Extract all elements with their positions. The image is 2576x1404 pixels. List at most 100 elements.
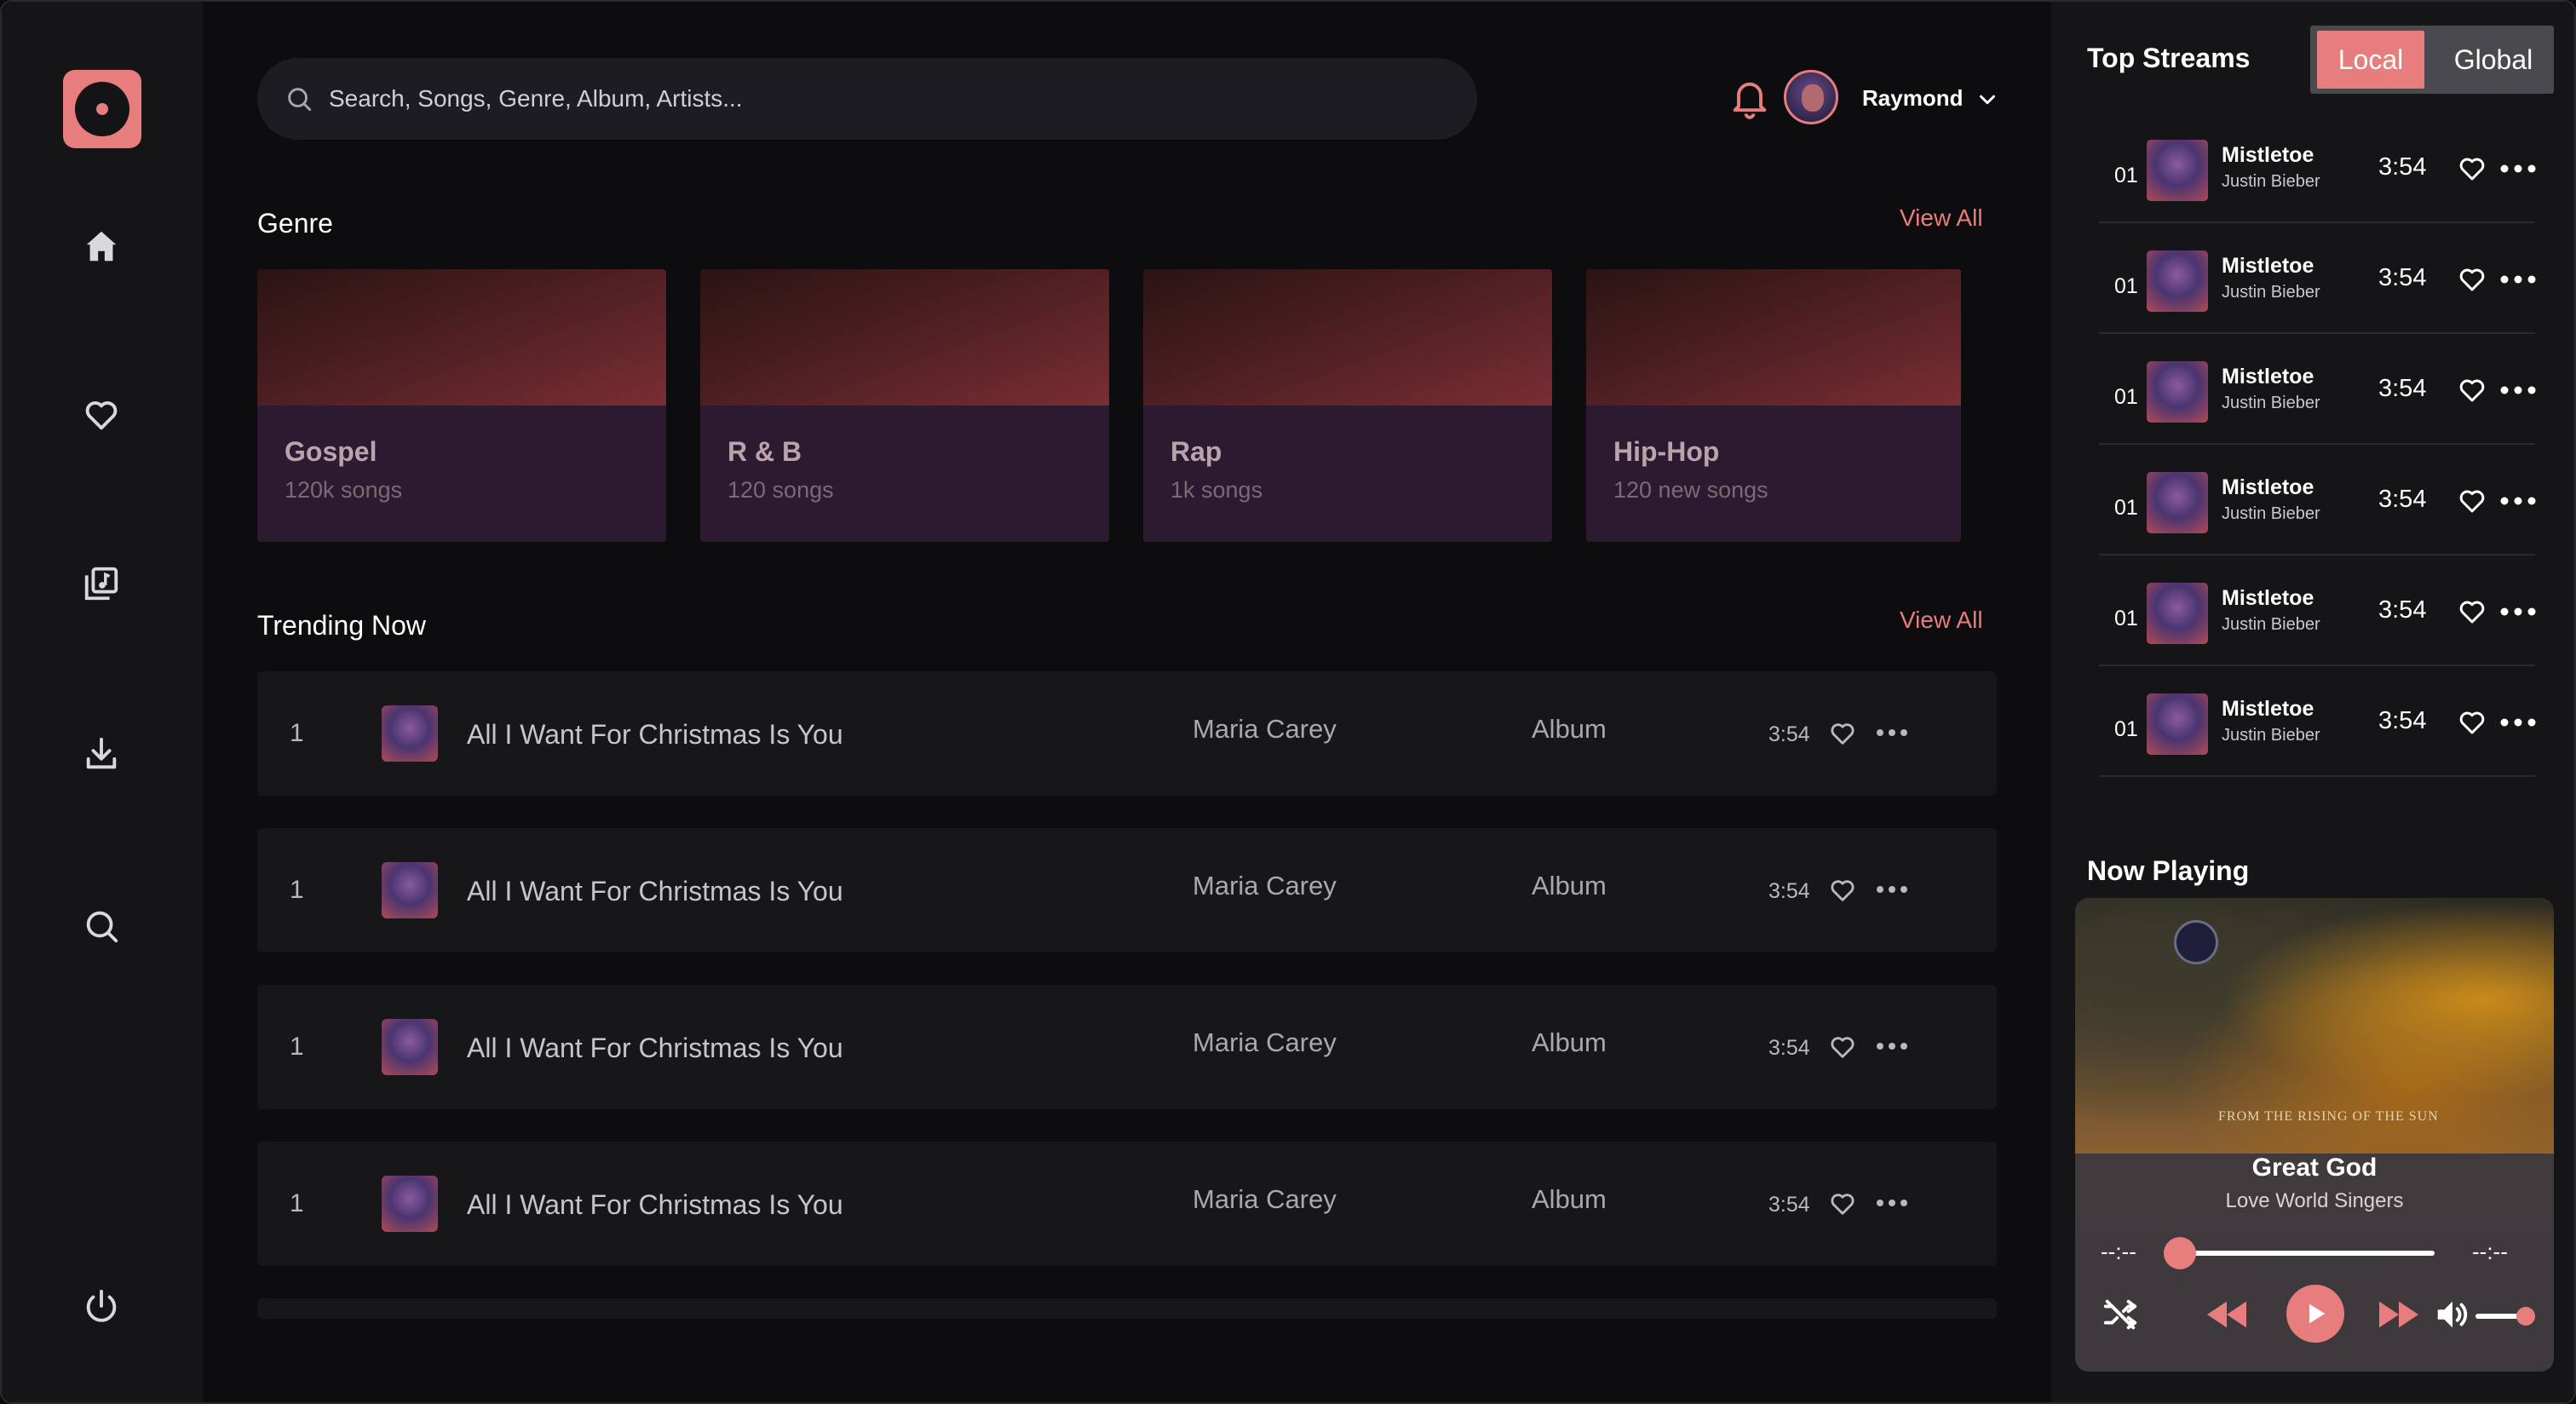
album-name: Album: [1532, 1027, 1607, 1057]
search-icon: [288, 88, 312, 112]
heart-icon[interactable]: [2457, 375, 2487, 406]
duration: 3:54: [1768, 722, 1810, 746]
progress-track[interactable]: [2179, 1251, 2435, 1256]
duration: 3:54: [1768, 1036, 1810, 1060]
duration: 3:54: [1768, 1193, 1810, 1217]
album-art: [2147, 250, 2208, 312]
genre-view-all-link[interactable]: View All: [1900, 204, 1983, 232]
more-options-icon[interactable]: [2498, 269, 2539, 290]
heart-icon[interactable]: [1828, 719, 1857, 748]
artist-name: Maria Carey: [1193, 871, 1337, 901]
app-logo[interactable]: [63, 70, 141, 148]
top-streams-title: Top Streams: [2087, 43, 2251, 73]
heart-icon[interactable]: [2457, 486, 2487, 516]
username[interactable]: Raymond: [1862, 85, 1963, 112]
trending-title: Trending Now: [257, 610, 427, 641]
genre-card-rap[interactable]: Rap 1k songs: [1143, 269, 1552, 542]
genre-count: 120 new songs: [1613, 477, 1768, 503]
table-row[interactable]: 1 All I Want For Christmas Is You Maria …: [257, 671, 1997, 796]
heart-icon[interactable]: [2457, 596, 2487, 627]
table-row[interactable]: 1 All I Want For Christmas Is You Maria …: [257, 985, 1997, 1109]
logout-button[interactable]: [75, 1280, 128, 1332]
list-item[interactable]: 01 Mistletoe Justin Bieber 3:54: [2099, 336, 2536, 445]
row-number: 1: [290, 719, 304, 747]
shuffle-icon[interactable]: [2101, 1295, 2140, 1334]
stream-artist: Justin Bieber: [2222, 504, 2320, 523]
search-icon: [86, 911, 118, 943]
stream-song: Mistletoe: [2222, 143, 2314, 167]
table-row[interactable]: 1 All I Want For Christmas Is You Maria …: [257, 828, 1997, 952]
list-item[interactable]: 01 Mistletoe Justin Bieber 3:54: [2099, 114, 2536, 223]
more-options-icon[interactable]: [2498, 601, 2539, 622]
sidebar-item-favorites[interactable]: [75, 388, 128, 441]
more-options-icon[interactable]: [2498, 380, 2539, 400]
more-options-icon[interactable]: [1874, 1193, 1910, 1213]
heart-icon[interactable]: [1828, 1189, 1857, 1218]
home-icon: [86, 231, 117, 262]
stream-duration: 3:54: [2378, 264, 2427, 291]
stream-duration: 3:54: [2378, 375, 2427, 402]
more-options-icon[interactable]: [2498, 158, 2539, 179]
genre-count: 1k songs: [1170, 477, 1263, 503]
stream-artist: Justin Bieber: [2222, 283, 2320, 302]
list-item[interactable]: 01 Mistletoe Justin Bieber 3:54: [2099, 668, 2536, 777]
avatar[interactable]: [1784, 70, 1838, 124]
bell-icon[interactable]: [1728, 75, 1772, 119]
row-number: 1: [290, 1033, 304, 1061]
chevron-down-icon[interactable]: [1975, 87, 2000, 112]
list-item[interactable]: 01 Mistletoe Justin Bieber 3:54: [2099, 557, 2536, 666]
now-playing-artist: Love World Singers: [2225, 1189, 2404, 1212]
genre-name: R & B: [727, 436, 802, 467]
table-row[interactable]: 1 All I Want For Christmas Is You Maria …: [257, 1142, 1997, 1266]
more-options-icon[interactable]: [2498, 712, 2539, 733]
genre-card-rnb[interactable]: R & B 120 songs: [700, 269, 1109, 542]
volume-handle[interactable]: [2516, 1307, 2535, 1326]
song-title: All I Want For Christmas Is You: [467, 1033, 843, 1063]
list-item[interactable]: 01 Mistletoe Justin Bieber 3:54: [2099, 225, 2536, 334]
heart-icon[interactable]: [1828, 1033, 1857, 1062]
album-art: [2147, 472, 2208, 533]
search-input[interactable]: [329, 85, 1436, 112]
play-icon: [2309, 1303, 2326, 1324]
heart-icon[interactable]: [2457, 153, 2487, 184]
now-playing-card: FROM THE RISING OF THE SUN Great God Lov…: [2075, 898, 2554, 1372]
tab-global[interactable]: Global: [2438, 31, 2549, 89]
progress-handle[interactable]: [2164, 1237, 2196, 1269]
stream-song: Mistletoe: [2222, 365, 2314, 388]
list-item[interactable]: 01 Mistletoe Justin Bieber 3:54: [2099, 446, 2536, 555]
sidebar-item-library[interactable]: [75, 557, 128, 610]
stream-rank: 01: [2114, 717, 2138, 741]
genre-name: Hip-Hop: [1613, 436, 1720, 467]
volume-icon[interactable]: [2433, 1295, 2472, 1334]
trending-view-all-link[interactable]: View All: [1900, 607, 1983, 634]
more-options-icon[interactable]: [2498, 491, 2539, 511]
stream-duration: 3:54: [2378, 596, 2427, 624]
sidebar-item-home[interactable]: [75, 220, 128, 273]
fast-forward-icon[interactable]: [2375, 1295, 2423, 1334]
time-total: --:--: [2472, 1239, 2508, 1264]
tab-local[interactable]: Local: [2317, 31, 2424, 89]
genre-count: 120k songs: [285, 477, 403, 503]
sidebar-item-search[interactable]: [75, 900, 128, 952]
album-art: [382, 1176, 438, 1232]
heart-icon[interactable]: [2457, 707, 2487, 738]
row-number: 1: [290, 1189, 304, 1217]
more-options-icon[interactable]: [1874, 1036, 1910, 1056]
duration: 3:54: [1768, 879, 1810, 903]
search-bar[interactable]: [257, 58, 1477, 140]
genre-name: Rap: [1170, 436, 1222, 467]
rewind-icon[interactable]: [2203, 1295, 2251, 1334]
more-options-icon[interactable]: [1874, 879, 1910, 900]
genre-card-gospel[interactable]: Gospel 120k songs: [257, 269, 666, 542]
more-options-icon[interactable]: [1874, 722, 1910, 743]
heart-icon[interactable]: [2457, 264, 2487, 295]
sidebar-item-downloads[interactable]: [75, 728, 128, 780]
genre-count: 120 songs: [727, 477, 834, 503]
table-row[interactable]: [257, 1298, 1997, 1319]
album-art: [2147, 140, 2208, 201]
heart-icon[interactable]: [1828, 876, 1857, 905]
genre-name: Gospel: [285, 436, 377, 467]
genre-card-hiphop[interactable]: Hip-Hop 120 new songs: [1586, 269, 1961, 542]
play-button[interactable]: [2286, 1285, 2344, 1343]
heart-icon: [85, 401, 118, 430]
